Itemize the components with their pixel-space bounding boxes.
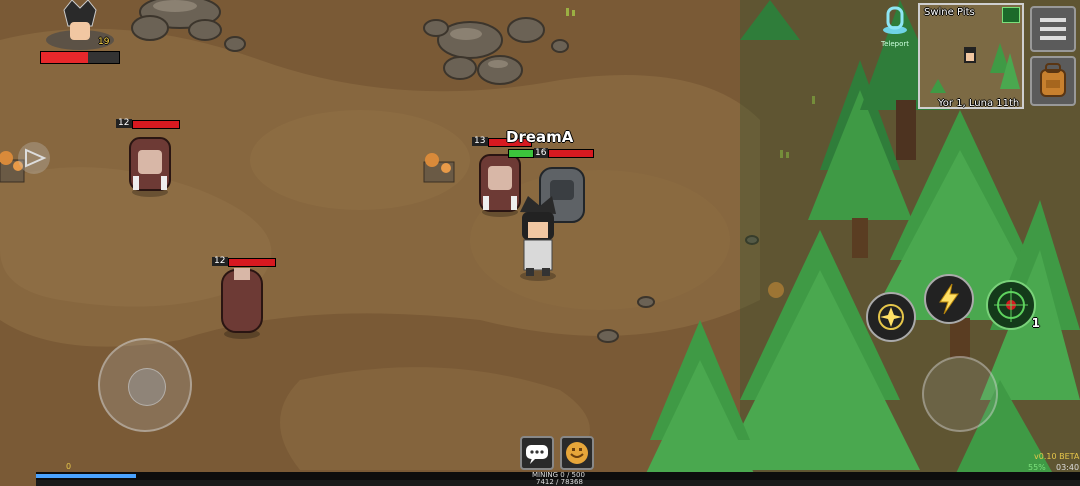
left-nav-arrow[interactable] [18, 142, 50, 174]
minimap[interactable]: Swine Pits Yor 1, Luna 11th [918, 3, 1024, 109]
boar-enemy-3 [221, 268, 263, 339]
bottom-left-level: 0 [66, 462, 72, 471]
movement-joystick[interactable] [98, 338, 192, 432]
expand-icon[interactable] [1002, 7, 1020, 23]
player-name-label: DreamA [506, 128, 574, 146]
emote-button[interactable] [560, 436, 594, 470]
portal-icon [883, 6, 907, 34]
minimap-date: Yor 1, Luna 11th [938, 98, 1020, 109]
version-label: v0.10 BETA [1034, 452, 1080, 461]
boar-enemy-1 [129, 137, 171, 197]
minimap-terrain [930, 43, 1020, 93]
clock-label: 03:40 [1056, 463, 1080, 472]
arrow-left-icon [25, 148, 47, 168]
hamburger-icon [1040, 18, 1066, 40]
enemy-level: 12 [118, 118, 130, 128]
enemy-hp-bar: 12 [212, 256, 276, 267]
teleport-label: Teleport [881, 40, 909, 48]
teleport-button[interactable]: Teleport [878, 4, 912, 48]
xp-text: 7412 / 78368 [536, 478, 583, 486]
player-level: 19 [98, 37, 110, 47]
crosshair-icon [994, 288, 1028, 322]
player-hp-bar [40, 51, 120, 64]
player-character [520, 196, 556, 281]
attack-joystick[interactable] [922, 356, 998, 432]
joystick-knob[interactable] [128, 368, 166, 406]
target-star-icon [878, 304, 904, 330]
player-portrait[interactable]: 19 [42, 0, 118, 50]
skill-button-1[interactable] [866, 292, 916, 342]
minimap-title: Swine Pits [924, 7, 975, 18]
skill-button-2[interactable] [924, 274, 974, 324]
inventory-button[interactable] [1030, 56, 1076, 106]
enemy-level: 13 [474, 136, 486, 146]
player-bar-level: 16 [535, 148, 547, 158]
menu-button[interactable] [1030, 6, 1076, 52]
skill-count-badge: 1 [1031, 316, 1040, 330]
enemy-level: 12 [214, 256, 226, 266]
boar-enemy-2 [479, 154, 521, 217]
chat-icon [526, 445, 548, 464]
player-overhead-bars: 16 [508, 148, 594, 158]
battery-label: 55% [1028, 463, 1046, 472]
backpack-icon [1040, 63, 1066, 97]
smile-icon [566, 442, 588, 464]
enemy-hp-bar: 12 [116, 118, 180, 129]
skill-button-3[interactable]: 1 [986, 280, 1040, 330]
lightning-icon [939, 283, 959, 315]
chat-button[interactable] [520, 436, 554, 470]
player-hp-fill [41, 52, 88, 63]
